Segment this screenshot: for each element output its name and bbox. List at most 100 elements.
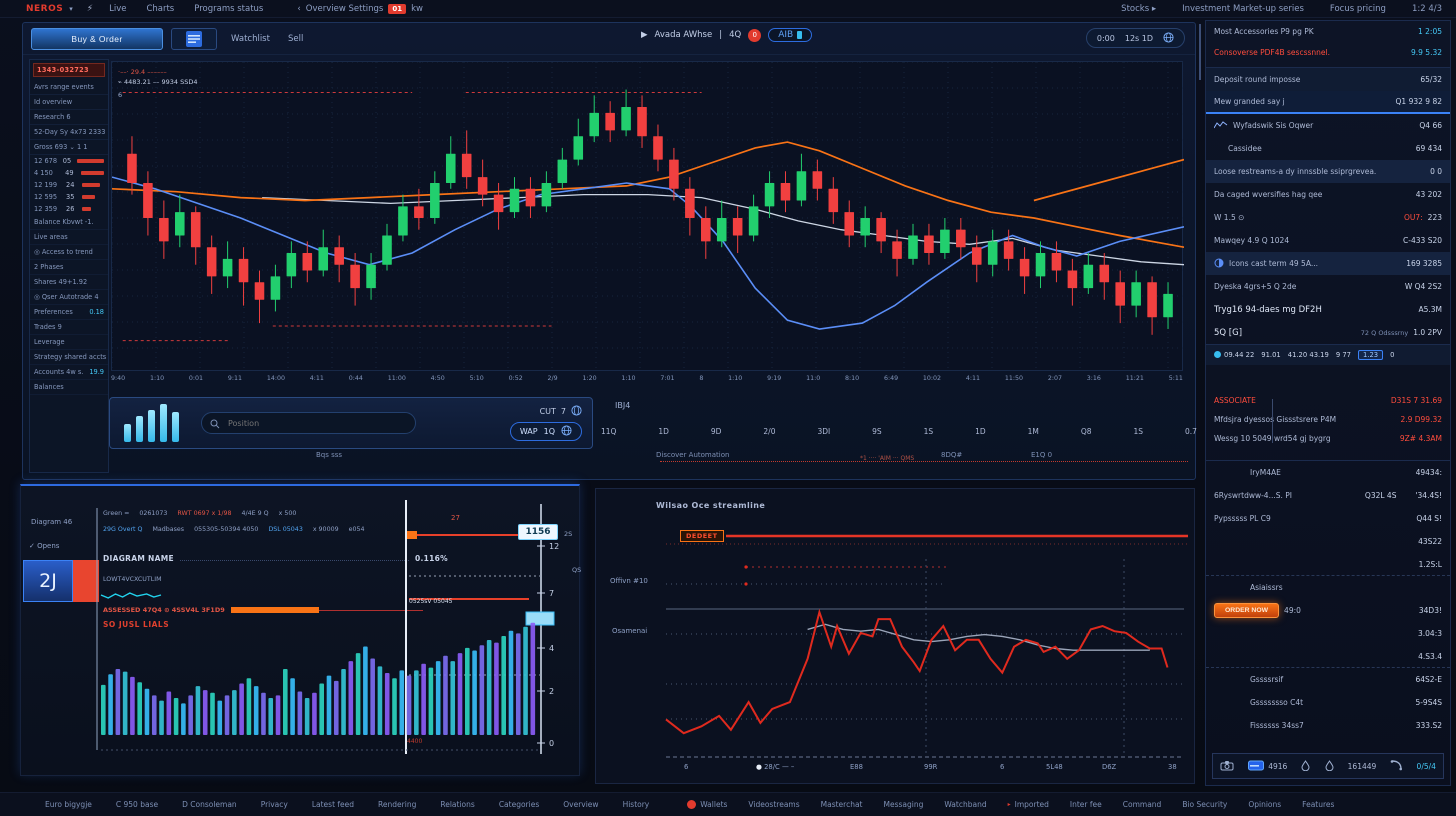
status-bar-item[interactable]: Masterchat xyxy=(821,800,863,809)
market-list-row[interactable]: Deposit round imposse65/32 xyxy=(1206,68,1450,91)
row-label: ASSOCIATE xyxy=(1214,396,1386,405)
status-bar-item[interactable]: Overview xyxy=(563,800,598,809)
stat-pill[interactable]: 41.20 43.19 xyxy=(1288,351,1329,359)
market-list-row[interactable]: 5Q [G]72 Q Odsssrny1.0 2PV xyxy=(1206,321,1450,344)
timeframe-button[interactable]: 1D xyxy=(658,427,669,436)
timeframe-button[interactable]: 2/0 xyxy=(763,427,775,436)
clock-sub: 12s 1D xyxy=(1125,34,1153,43)
market-list-row[interactable]: Mew granded say jQ1 932 9 82 xyxy=(1206,91,1450,114)
drop-icon-button[interactable] xyxy=(1301,760,1310,773)
status-bar-item[interactable]: Wallets xyxy=(687,800,727,809)
toolbar-sub-label[interactable]: 8DQ# xyxy=(941,451,962,459)
sell-link[interactable]: Sell xyxy=(288,34,303,44)
status-bar-item[interactable]: Latest feed xyxy=(312,800,354,809)
toolbar-sub-label[interactable]: E1Q 0 xyxy=(1031,451,1052,459)
timeframe-button[interactable]: Q8 xyxy=(1081,427,1092,436)
status-bar-item[interactable]: Euro bigygje xyxy=(45,800,92,809)
order-book-row: 4 15049 xyxy=(30,167,108,179)
market-list-row[interactable]: Tryg16 94-daes mg DF2HA5.3M xyxy=(1206,298,1450,321)
status-bar-item[interactable]: Categories xyxy=(499,800,539,809)
market-list-row[interactable]: Loose restreams-a dy innssble ssiprgreve… xyxy=(1206,160,1450,183)
stat-pill[interactable]: 9 77 xyxy=(1336,351,1351,359)
timeframe-button[interactable]: 1M xyxy=(1028,427,1039,436)
buy-order-button[interactable]: Buy & Order xyxy=(31,28,163,50)
timeframe-button[interactable]: 9D xyxy=(711,427,722,436)
status-bar-item[interactable]: Messaging xyxy=(884,800,924,809)
cut-button[interactable]: CUT7 xyxy=(540,405,582,418)
sidebar-row: Accounts 4w s.19.9 xyxy=(30,365,108,380)
camera-icon-button[interactable] xyxy=(1220,760,1234,773)
timeframe-button[interactable]: 1S xyxy=(1134,427,1144,436)
layout-list-button[interactable] xyxy=(171,28,217,50)
tools-icon[interactable]: ⚡ xyxy=(87,4,93,14)
market-list-row[interactable]: Da caged wversifies hag qee43 202 xyxy=(1206,183,1450,206)
status-bar-item[interactable]: History xyxy=(623,800,650,809)
market-list-row[interactable]: Cassidee69 434 xyxy=(1206,137,1450,160)
status-bar-item[interactable]: Relations xyxy=(440,800,474,809)
stat-pill[interactable]: 0 xyxy=(1390,351,1394,359)
top-menu-right-item[interactable]: Focus pricing xyxy=(1330,4,1386,14)
market-list-row[interactable]: W 1.5 ⊙ OU7:223 xyxy=(1206,206,1450,229)
order-now-button[interactable]: ORDER NOW xyxy=(1214,603,1279,618)
summary-row[interactable]: ORDER NOW49:034D3! xyxy=(1206,599,1450,622)
timeframe-button[interactable]: 3DI xyxy=(817,427,830,436)
market-list-row[interactable]: Wyfadswik Sis OqwerQ4 66 xyxy=(1206,114,1450,137)
phone-icon-button[interactable] xyxy=(1390,760,1402,773)
search-input[interactable] xyxy=(226,418,407,429)
toolbar-sub-label[interactable]: Discover Automation xyxy=(656,451,729,459)
status-bar-item[interactable]: Watchband xyxy=(944,800,986,809)
status-bar-item[interactable]: Features xyxy=(1302,800,1334,809)
status-bar-item[interactable]: Command xyxy=(1123,800,1162,809)
top-menu-right-item[interactable]: 1:2 4/3 xyxy=(1412,4,1442,14)
status-bar-item[interactable]: C 950 base xyxy=(116,800,158,809)
drop-icon-button[interactable] xyxy=(1325,760,1334,773)
overview-settings-item[interactable]: ‹ Overview Settings 01 kw xyxy=(297,4,423,14)
row-value: Q4 66 xyxy=(1419,121,1442,130)
status-bar-item[interactable]: Rendering xyxy=(378,800,416,809)
session-clock-pill[interactable]: 0:00 12s 1D xyxy=(1086,28,1185,48)
sell-marker-box[interactable] xyxy=(73,560,99,602)
timeframe-button[interactable]: 0.7 xyxy=(1185,427,1197,436)
top-menu-right-item[interactable]: Investment Market-up series xyxy=(1182,4,1304,14)
top-menu-right-item[interactable]: Stocks ▸ xyxy=(1121,4,1156,14)
status-bar-item[interactable]: Opinions xyxy=(1248,800,1281,809)
status-bar-item[interactable]: Bio Security xyxy=(1182,800,1227,809)
aib-pill[interactable]: AIB xyxy=(768,28,812,42)
top-menu-item[interactable]: Charts xyxy=(146,4,174,14)
stat-pill[interactable]: 09.44 22 xyxy=(1214,351,1254,359)
status-bar-item[interactable]: Inter fee xyxy=(1070,800,1102,809)
timeframe-button[interactable]: 1D xyxy=(975,427,986,436)
status-bar-item[interactable]: D Consoleman xyxy=(182,800,237,809)
value-label[interactable]: 161449 xyxy=(1348,762,1377,771)
summary-row: IryM4AE49434: xyxy=(1206,461,1450,484)
timeframe-button[interactable]: 9S xyxy=(872,427,882,436)
app-logo[interactable]: NEROS xyxy=(26,4,63,14)
stat-pill[interactable]: 1.23 xyxy=(1358,350,1383,360)
stat-pill[interactable]: 91.01 xyxy=(1261,351,1280,359)
wap-button[interactable]: WAP1Q xyxy=(510,422,582,441)
status-bar-item[interactable]: Privacy xyxy=(261,800,288,809)
bottom-red-value: 4400 xyxy=(407,738,422,745)
market-list-row[interactable]: Dyeska 4grs+5 Q 2deW Q4 2S2 xyxy=(1206,275,1450,298)
time-tick: 8:10 xyxy=(845,375,859,382)
top-menu-item[interactable]: Programs status xyxy=(194,4,263,14)
value-label[interactable]: 0/5/4 xyxy=(1417,762,1436,771)
search-box[interactable] xyxy=(201,412,416,434)
market-list-row[interactable]: Mawqey 4.9 Q 1024C-433 S20 xyxy=(1206,229,1450,252)
row-label: Gssssssso C4t xyxy=(1250,698,1410,707)
candlestick-chart[interactable]: ·––· 29.4 –––––– ⌁ 4483.21 –– 9934 SSD4 … xyxy=(111,61,1183,371)
symbol-selector[interactable]: ▶ Avada AWhse | 4Q 0 AIB xyxy=(641,28,812,42)
top-menu-item[interactable]: Live xyxy=(109,4,126,14)
book-price: 12 199 xyxy=(34,181,62,189)
status-bar-item[interactable]: ▸Imported xyxy=(1008,800,1049,809)
timeframe-button[interactable]: 1S xyxy=(924,427,934,436)
quantity-box[interactable]: 2J xyxy=(23,560,73,602)
opens-label[interactable]: ✓ Opens xyxy=(29,542,59,550)
market-info-list: Deposit round imposse65/32Mew granded sa… xyxy=(1206,67,1450,345)
timeframe-button[interactable]: 11Q xyxy=(601,427,616,436)
market-list-row[interactable]: Icons cast term 49 5A...169 3285 xyxy=(1206,252,1450,275)
toolbar-sub-label[interactable]: Bqs sss xyxy=(316,451,342,459)
watchlist-link[interactable]: Watchlist xyxy=(231,34,270,44)
card-icon-button[interactable]: 4916 xyxy=(1248,760,1287,773)
status-bar-item[interactable]: Videostreams xyxy=(748,800,799,809)
